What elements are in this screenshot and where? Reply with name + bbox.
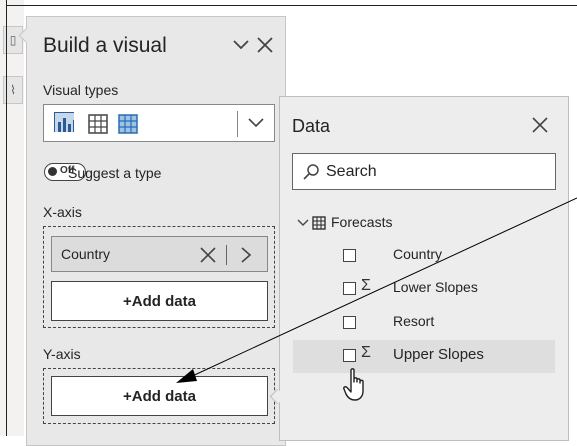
annotation-arrow <box>176 197 577 383</box>
